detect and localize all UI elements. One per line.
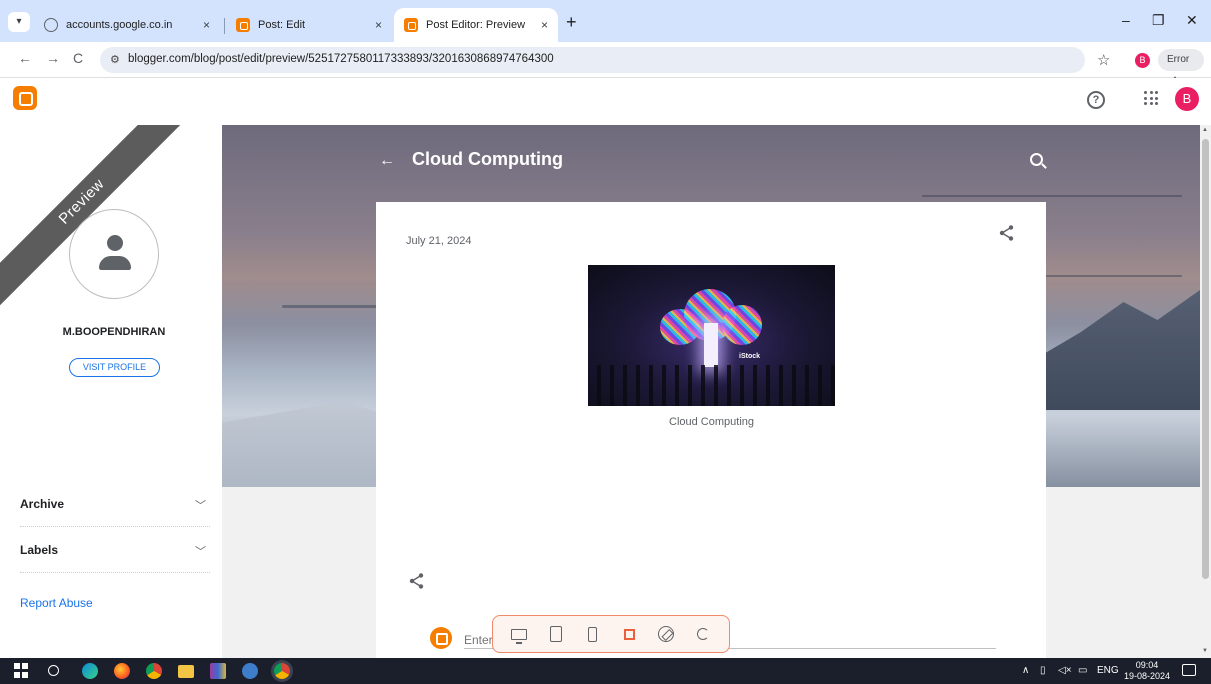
tab-accounts-google[interactable]: accounts.google.co.in ×: [34, 8, 220, 42]
forward-icon[interactable]: →: [46, 50, 60, 66]
visual-studio-icon[interactable]: [242, 663, 258, 679]
account-avatar[interactable]: B: [1175, 87, 1199, 111]
post-date: July 21, 2024: [406, 235, 472, 247]
tray-battery-icon[interactable]: ▯: [1040, 665, 1046, 676]
image-caption: Cloud Computing: [669, 416, 754, 428]
help-icon[interactable]: ?: [1087, 91, 1105, 109]
desktop-icon[interactable]: [506, 621, 532, 647]
chrome-alt-icon[interactable]: [146, 663, 162, 679]
visit-profile-button[interactable]: VISIT PROFILE: [69, 358, 160, 377]
post-preview-frame: Preview M.BOOPENDHIRAN VISIT PROFILE Arc…: [0, 125, 1200, 658]
tab-post-preview[interactable]: Post Editor: Preview ×: [394, 8, 558, 42]
chevron-down-icon: ﹀: [195, 500, 206, 512]
notification-icon[interactable]: [1182, 664, 1196, 676]
error-label: Error: [1167, 54, 1190, 65]
tab-title: accounts.google.co.in: [66, 19, 173, 31]
clock-date: 19-08-2024: [1123, 671, 1171, 681]
blogger-icon: [236, 18, 250, 32]
rotate-icon[interactable]: [653, 621, 679, 647]
blogger-logo-icon[interactable]: [13, 86, 37, 110]
post-card: July 21, 2024 iStock Cloud Computing: [376, 202, 1046, 658]
file-explorer-icon[interactable]: [178, 665, 194, 678]
windows-taskbar: ∧ ▯ ◁× ▭ ENG 09:04 19-08-2024: [0, 658, 1211, 684]
tab-close-icon[interactable]: ×: [203, 18, 210, 32]
winrar-icon[interactable]: [210, 663, 226, 679]
sidebar-widgets: Archive ﹀ Labels ﹀ Report Abuse: [0, 487, 222, 658]
clock-time: 09:04: [1135, 660, 1159, 670]
edge-icon[interactable]: [82, 663, 98, 679]
back-arrow-icon[interactable]: ←: [379, 152, 395, 170]
tab-separator: [224, 18, 225, 34]
windows-start-icon[interactable]: [14, 663, 30, 679]
browser-tabstrip: ▾ accounts.google.co.in × Post: Edit × P…: [0, 0, 1211, 42]
scroll-thumb[interactable]: [1202, 139, 1209, 579]
phone-icon[interactable]: [580, 621, 606, 647]
share-icon[interactable]: [408, 572, 426, 590]
scroll-down-icon[interactable]: ▼: [1202, 648, 1208, 654]
tab-post-edit[interactable]: Post: Edit ×: [226, 8, 392, 42]
refresh-icon[interactable]: [690, 621, 716, 647]
taskbar-search-icon[interactable]: [48, 665, 59, 676]
taskbar-clock[interactable]: 09:04 19-08-2024: [1123, 660, 1171, 682]
site-info-icon[interactable]: ⚙: [110, 53, 120, 66]
blogger-header: ? B: [0, 78, 1211, 125]
labels-widget[interactable]: Labels ﹀: [20, 543, 210, 573]
device-preview-toolbar: [492, 615, 730, 653]
page-scrollbar[interactable]: ▲ ▼: [1200, 125, 1211, 658]
tab-title: Post Editor: Preview: [426, 19, 526, 31]
share-icon[interactable]: [998, 224, 1016, 242]
image-watermark: iStock: [739, 353, 761, 360]
tablet-icon[interactable]: [543, 621, 569, 647]
archive-label: Archive: [20, 497, 65, 511]
tab-close-icon[interactable]: ×: [541, 18, 548, 32]
post-image[interactable]: iStock: [588, 265, 835, 406]
address-bar[interactable]: ⚙ blogger.com/blog/post/edit/preview/525…: [100, 47, 1085, 73]
address-bar-url: blogger.com/blog/post/edit/preview/52517…: [128, 53, 554, 65]
fullscreen-icon[interactable]: [616, 621, 642, 647]
profile-sidebar: Preview M.BOOPENDHIRAN VISIT PROFILE: [0, 125, 222, 487]
search-icon[interactable]: [1030, 153, 1043, 166]
labels-label: Labels: [20, 543, 59, 557]
tab-search-menu-button[interactable]: ▾: [8, 12, 30, 32]
browser-toolbar: ← → C ⚙ blogger.com/blog/post/edit/previ…: [0, 42, 1211, 87]
bookmark-star-icon[interactable]: ☆: [1097, 51, 1110, 69]
archive-widget[interactable]: Archive ﹀: [20, 497, 210, 527]
tab-title: Post: Edit: [258, 19, 306, 31]
firefox-icon[interactable]: [114, 663, 130, 679]
globe-icon: [44, 18, 58, 32]
tab-close-icon[interactable]: ×: [375, 18, 382, 32]
tray-volume-icon[interactable]: ◁×: [1058, 665, 1072, 676]
tray-language[interactable]: ENG: [1097, 665, 1119, 676]
restore-button[interactable]: ❐: [1152, 12, 1165, 29]
close-window-button[interactable]: ✕: [1186, 12, 1198, 29]
tray-network-icon[interactable]: ▭: [1078, 665, 1087, 676]
person-icon: [107, 235, 123, 251]
back-icon[interactable]: ←: [18, 50, 32, 66]
minimize-button[interactable]: –: [1122, 12, 1130, 28]
chrome-icon[interactable]: [274, 663, 290, 679]
reload-icon[interactable]: C: [73, 50, 83, 66]
blogger-icon: [404, 18, 418, 32]
chevron-down-icon: ﹀: [195, 546, 206, 558]
blogger-logo-icon: [430, 627, 452, 649]
profile-avatar: [69, 209, 159, 299]
scroll-up-icon[interactable]: ▲: [1202, 127, 1208, 133]
google-apps-icon[interactable]: [1144, 91, 1158, 105]
tray-chevron-icon[interactable]: ∧: [1022, 665, 1029, 676]
blog-title[interactable]: Cloud Computing: [412, 149, 563, 170]
profile-name: M.BOOPENDHIRAN: [62, 326, 166, 338]
new-tab-button[interactable]: +: [566, 12, 577, 33]
browser-profile-avatar[interactable]: B: [1135, 53, 1150, 68]
report-abuse-link[interactable]: Report Abuse: [20, 596, 93, 610]
browser-error-menu-button[interactable]: Error ⋮: [1158, 49, 1204, 87]
